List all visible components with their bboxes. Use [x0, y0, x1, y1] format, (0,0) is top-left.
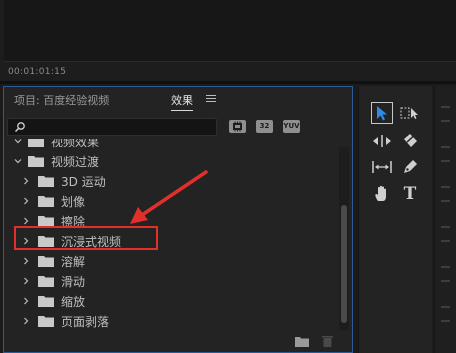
folder-icon — [38, 196, 54, 207]
folder-icon — [28, 156, 44, 167]
tree-item[interactable]: 溶解 — [4, 251, 337, 271]
hand-tool-icon — [375, 185, 386, 201]
tree-item-label: 页面剥落 — [61, 315, 110, 329]
32bit-filter[interactable]: 32 — [256, 120, 273, 133]
program-monitor: 00:01:01:15 — [0, 0, 456, 84]
chevron-down-icon[interactable] — [14, 139, 22, 145]
chevron-right-icon[interactable] — [22, 177, 30, 185]
folder-icon — [38, 276, 54, 287]
selection-tool-icon — [377, 106, 387, 121]
yuv-filter[interactable]: YUV — [283, 120, 300, 133]
tree-item[interactable]: 划像 — [4, 191, 337, 211]
panel-divider[interactable] — [0, 81, 456, 84]
chevron-right-icon[interactable] — [22, 257, 30, 265]
tree-item[interactable]: 缩放 — [4, 291, 337, 311]
scrollbar[interactable] — [339, 147, 349, 330]
razor-tool[interactable] — [399, 130, 421, 152]
folder-icon — [38, 296, 54, 307]
chevron-right-icon[interactable] — [22, 317, 30, 325]
tree-item-label: 划像 — [61, 195, 86, 209]
tab-project[interactable]: 项目: 百度经验视频 — [14, 92, 109, 108]
tree-item-label: 溶解 — [61, 255, 86, 269]
highlight-annotation — [14, 226, 158, 250]
type-tool[interactable]: T — [399, 183, 421, 205]
razor-tool-icon — [404, 134, 417, 147]
hand-tool[interactable] — [371, 183, 393, 205]
timecode[interactable]: 00:01:01:15 — [8, 67, 66, 77]
ripple-edit-tool[interactable] — [371, 130, 393, 152]
tree-item-label: 视频效果 — [51, 139, 100, 149]
chevron-right-icon[interactable] — [22, 217, 30, 225]
tree-item[interactable]: 3D 运动 — [4, 171, 337, 191]
panel-menu-icon[interactable] — [206, 95, 216, 103]
folder-icon — [38, 176, 54, 187]
chevron-right-icon[interactable] — [22, 297, 30, 305]
pen-tool[interactable] — [399, 156, 421, 178]
chevron-right-icon[interactable] — [22, 197, 30, 205]
pen-tool-icon — [404, 160, 417, 173]
type-tool-icon: T — [403, 184, 417, 204]
track-select-tool-icon — [400, 107, 418, 119]
tree-item[interactable]: 页面剥落 — [4, 311, 337, 329]
track-select-tool[interactable] — [399, 102, 421, 124]
tree-item[interactable]: 滑动 — [4, 271, 337, 291]
tree-item-label: 3D 运动 — [61, 175, 106, 189]
search-box — [7, 118, 217, 136]
folder-icon — [38, 316, 54, 327]
chevron-right-icon[interactable] — [22, 277, 30, 285]
folder-icon — [38, 256, 54, 267]
tree-item[interactable]: 视频过渡 — [4, 151, 337, 171]
tree-item[interactable]: 视频效果 — [4, 139, 337, 151]
trash-icon[interactable] — [322, 335, 333, 347]
accelerated-effects-icon — [233, 121, 242, 132]
chevron-down-icon[interactable] — [14, 157, 22, 165]
tree-item-label: 视频过渡 — [51, 155, 100, 169]
tree-item-label: 滑动 — [61, 275, 86, 289]
tab-effects[interactable]: 效果 — [171, 92, 193, 111]
ripple-edit-tool-icon — [373, 135, 391, 147]
scroll-thumb[interactable] — [341, 205, 347, 323]
selection-tool[interactable] — [371, 102, 393, 124]
program-viewer[interactable] — [4, 0, 456, 62]
slip-tool[interactable] — [371, 156, 393, 178]
search-icon — [14, 122, 25, 133]
search-input[interactable] — [30, 120, 210, 134]
panel-header: 项目: 百度经验视频 效果 — [4, 87, 352, 112]
new-bin-icon[interactable] — [295, 336, 309, 347]
folder-icon — [28, 139, 44, 147]
tools-panel: T — [358, 86, 432, 353]
timeline-edge — [434, 86, 456, 353]
accelerated-effects-filter[interactable] — [229, 120, 246, 133]
slip-tool-icon — [372, 161, 392, 173]
effects-panel: 项目: 百度经验视频 效果 32 YUV 视频效果 视频过渡 3D 运动 划像 擦除 沉浸… — [3, 86, 353, 353]
tree-item-label: 缩放 — [61, 295, 86, 309]
panel-footer — [4, 330, 352, 352]
